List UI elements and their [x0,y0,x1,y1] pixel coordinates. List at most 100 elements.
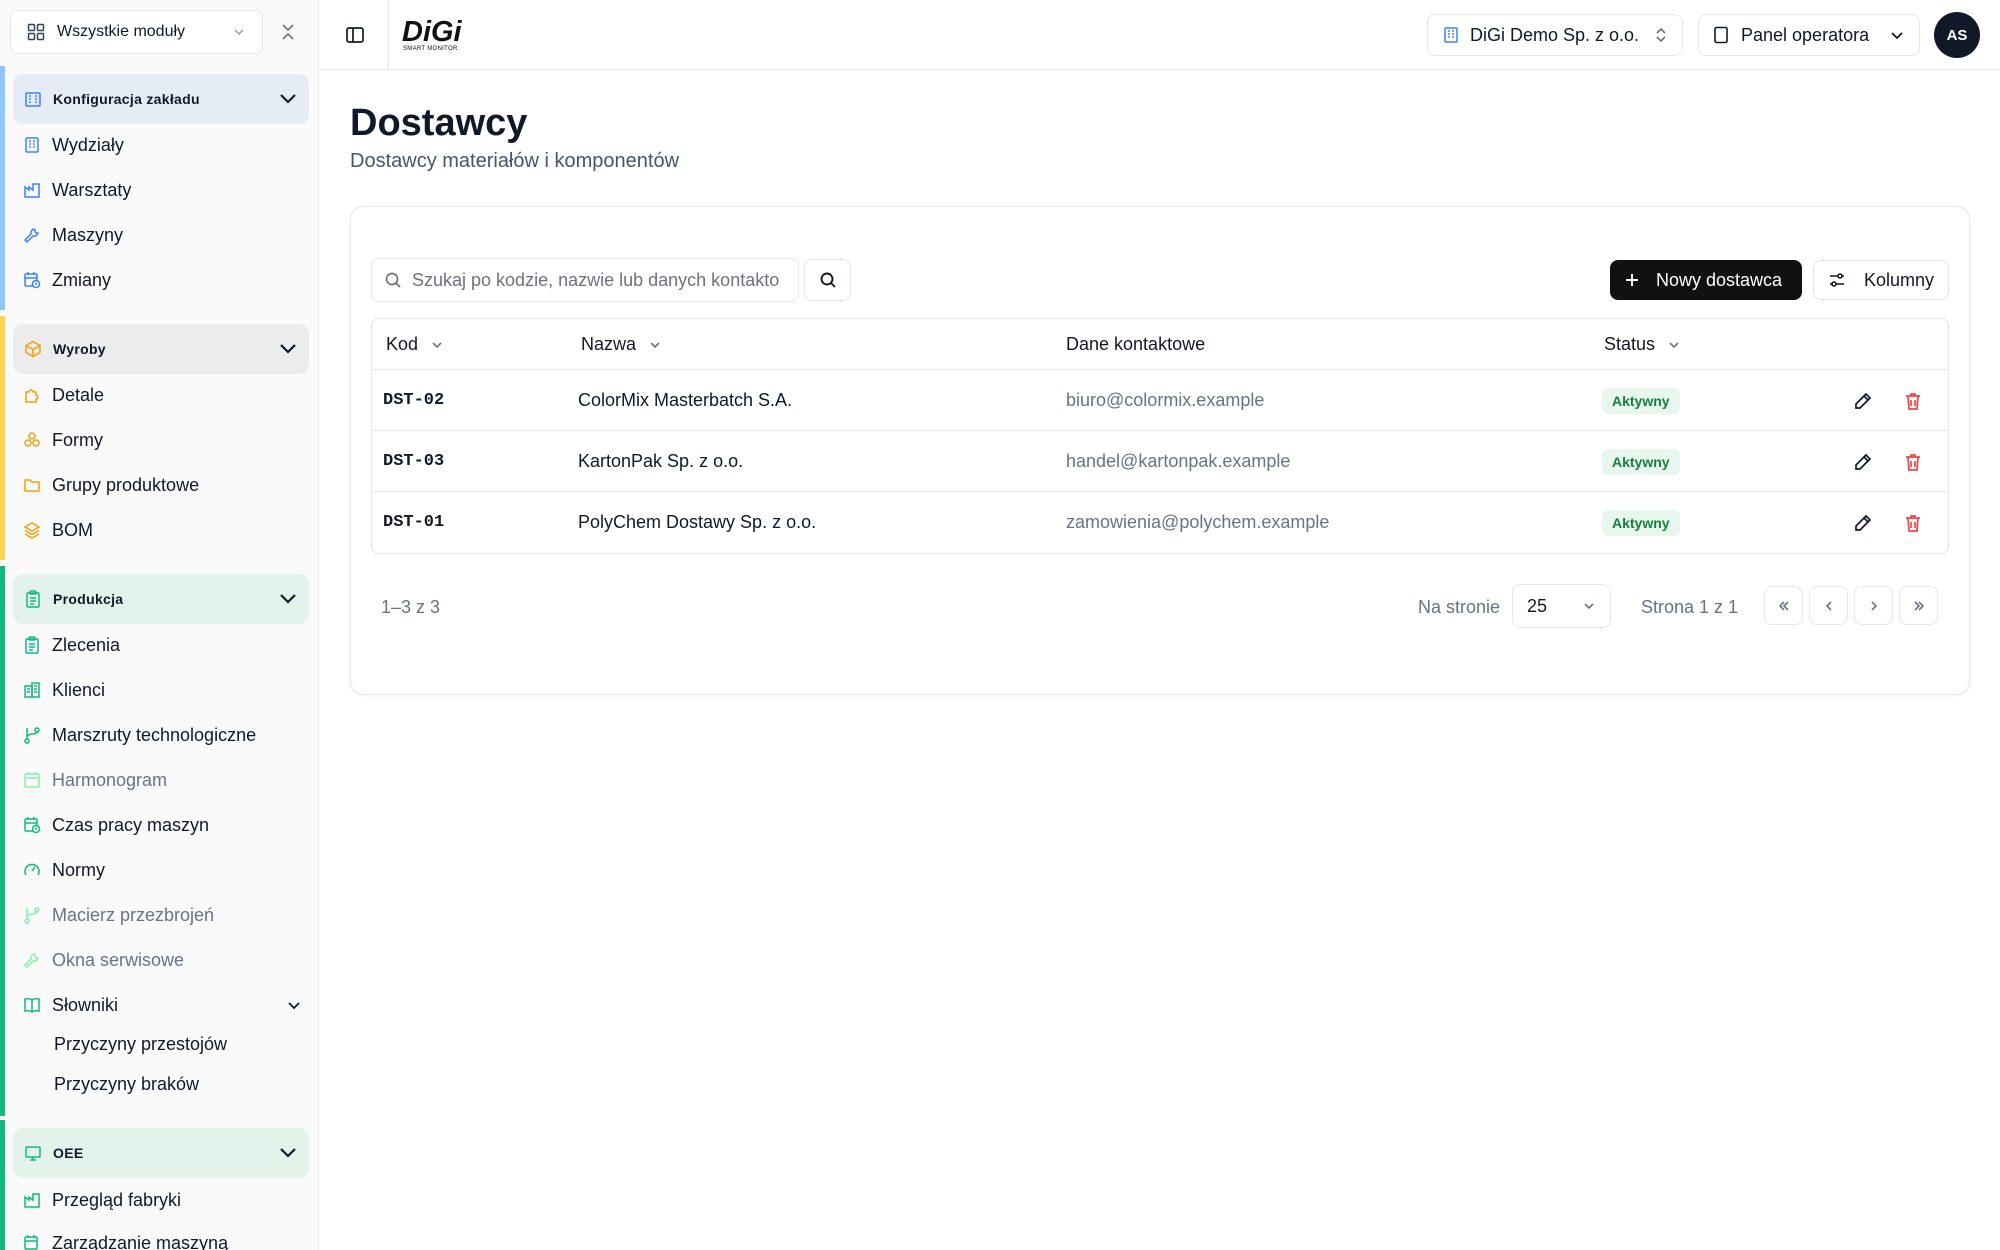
supplier-name: PolyChem Dostawy Sp. z o.o. [578,512,817,532]
search-button[interactable] [804,259,851,301]
panel-name: Panel operatora [1741,24,1870,45]
prev-page-button[interactable] [1809,586,1848,625]
buildings-icon [22,680,42,700]
digi-logo[interactable]: DiGi SMART MONITOR [402,16,474,52]
section-header-products[interactable]: Wyroby [13,324,309,374]
trash-icon [1906,515,1920,532]
sidebar-item-warsztaty[interactable]: Warsztaty [22,175,131,205]
delete-button[interactable] [1900,388,1926,414]
sidebar-item-bom[interactable]: BOM [22,515,93,545]
sidebar-item-klienci[interactable]: Klienci [22,675,105,705]
sidebar-item-label: Normy [52,859,105,880]
sidebar-item-label: Zmiany [52,269,112,290]
per-page-select[interactable]: 25 [1512,584,1611,628]
section-accent-bar [0,316,5,560]
sidebar-item-label: Słowniki [52,994,119,1015]
wrench-icon [22,950,42,970]
first-page-button[interactable] [1764,586,1803,625]
table-header: Kod Nazwa Dane kontaktowe Status [372,319,1948,370]
sidebar-item-zmiany[interactable]: Zmiany [22,265,111,295]
section-production: Produkcja Zlecenia Klienci Marszruty tec… [0,566,318,1116]
company-select[interactable]: DiGi Demo Sp. z o.o. [1427,14,1683,56]
sidebar-item-macierz[interactable]: Macierz przezbrojeń [22,900,214,930]
topbar: DiGi SMART MONITOR DiGi Demo Sp. z o.o. … [320,0,2000,70]
sidebar-item-zlecenia[interactable]: Zlecenia [22,630,120,660]
edit-button[interactable] [1850,388,1876,414]
new-supplier-button[interactable]: Nowy dostawca [1610,260,1802,300]
sidebar-item-label: Okna serwisowe [52,949,185,970]
column-label: Kod [386,334,419,354]
sidebar-item-label: Detale [52,384,105,405]
edit-button[interactable] [1850,449,1876,475]
search-icon [820,272,836,288]
sidebar-item-slowniki[interactable]: Słowniki [22,990,302,1020]
avatar[interactable]: AS [1934,12,1980,58]
chevrons-left-icon [1778,600,1789,611]
sidebar-item-label: Warsztaty [52,179,132,200]
sidebar-item-zarzadzanie[interactable]: Zarządzanie maszyną [22,1228,228,1250]
supplier-contact: biuro@colormix.example [1066,390,1265,410]
sidebar-item-okna[interactable]: Okna serwisowe [22,945,184,975]
supplier-contact: zamowienia@polychem.example [1066,512,1330,532]
chevron-down-icon [280,344,296,354]
table-row[interactable]: DST-03 KartonPak Sp. z o.o. handel@karto… [372,431,1948,492]
column-header-code[interactable]: Kod [386,319,444,370]
section-header-config[interactable]: Konfiguracja zakładu [13,74,309,124]
supplier-code: DST-01 [383,513,445,532]
delete-button[interactable] [1900,510,1926,536]
column-header-name[interactable]: Nazwa [581,319,662,370]
sidebar-item-label: Maszyny [52,224,124,245]
puzzle-icon [22,385,42,405]
status-cell: Aktywny [1602,431,1680,492]
last-page-button[interactable] [1899,586,1938,625]
sidebar-item-harmonogram[interactable]: Harmonogram [22,765,167,795]
wrench-icon [22,225,42,245]
sidebar-item-czas-pracy[interactable]: Czas pracy maszyn [22,810,209,840]
column-label: Nazwa [581,334,637,354]
table-row[interactable]: DST-01 PolyChem Dostawy Sp. z o.o. zamow… [372,492,1948,553]
columns-button[interactable]: Kolumny [1813,260,1949,300]
workshop-icon [22,180,42,200]
sidebar-item-maszyny[interactable]: Maszyny [22,220,123,250]
column-label: Dane kontaktowe [1066,334,1206,354]
sidebar-item-przeglad[interactable]: Przegląd fabryki [22,1185,181,1215]
section-config: Konfiguracja zakładu Wydziały Warsztaty … [0,66,318,310]
sidebar-item-wydzialy[interactable]: Wydziały [22,130,124,160]
per-page-label: Na stronie [1418,597,1501,617]
section-header-production[interactable]: Produkcja [13,574,309,624]
collapse-sidebar-button[interactable] [276,20,300,44]
section-title: Wyroby [53,341,106,357]
sidebar-item-label: Grupy produktowe [52,474,200,495]
sidebar-subitem-przestoje[interactable]: Przyczyny przestojów [54,1034,227,1055]
supplier-code: DST-02 [383,391,445,410]
edit-button[interactable] [1850,510,1876,536]
columns-label: Kolumny [1863,269,1934,290]
table-row[interactable]: DST-02 ColorMix Masterbatch S.A. biuro@c… [372,370,1948,431]
trash-icon [1906,454,1920,471]
sidebar-item-detale[interactable]: Detale [22,380,104,410]
search-input[interactable] [412,269,782,291]
sidebar-item-grupy[interactable]: Grupy produktowe [22,470,199,500]
grid-icon [27,23,45,41]
book-icon [22,995,42,1015]
toggle-sidebar-button[interactable] [342,22,368,48]
calendar-clock-icon [22,270,42,290]
module-select[interactable]: Wszystkie moduły [10,10,263,54]
delete-button[interactable] [1900,449,1926,475]
chevron-down-icon [234,29,244,36]
sidebar-item-formy[interactable]: Formy [22,425,103,455]
panel-select[interactable]: Panel operatora [1698,14,1920,56]
next-page-button[interactable] [1854,586,1893,625]
search-box[interactable] [371,258,799,302]
status-cell: Aktywny [1602,370,1680,431]
column-header-status[interactable]: Status [1604,319,1681,370]
section-oee: OEE Przegląd fabryki Zarządzanie maszyną [0,1120,318,1250]
sidebar-item-marszruty[interactable]: Marszruty technologiczne [22,720,256,750]
range-info: 1–3 z 3 [381,597,441,617]
section-header-oee[interactable]: OEE [13,1128,309,1178]
building-icon [22,135,42,155]
sidebar-item-normy[interactable]: Normy [22,855,105,885]
calendar-clock-icon [22,815,42,835]
sidebar-subitem-braki[interactable]: Przyczyny braków [54,1074,199,1095]
sidebar-item-label: Macierz przezbrojeń [52,904,215,925]
